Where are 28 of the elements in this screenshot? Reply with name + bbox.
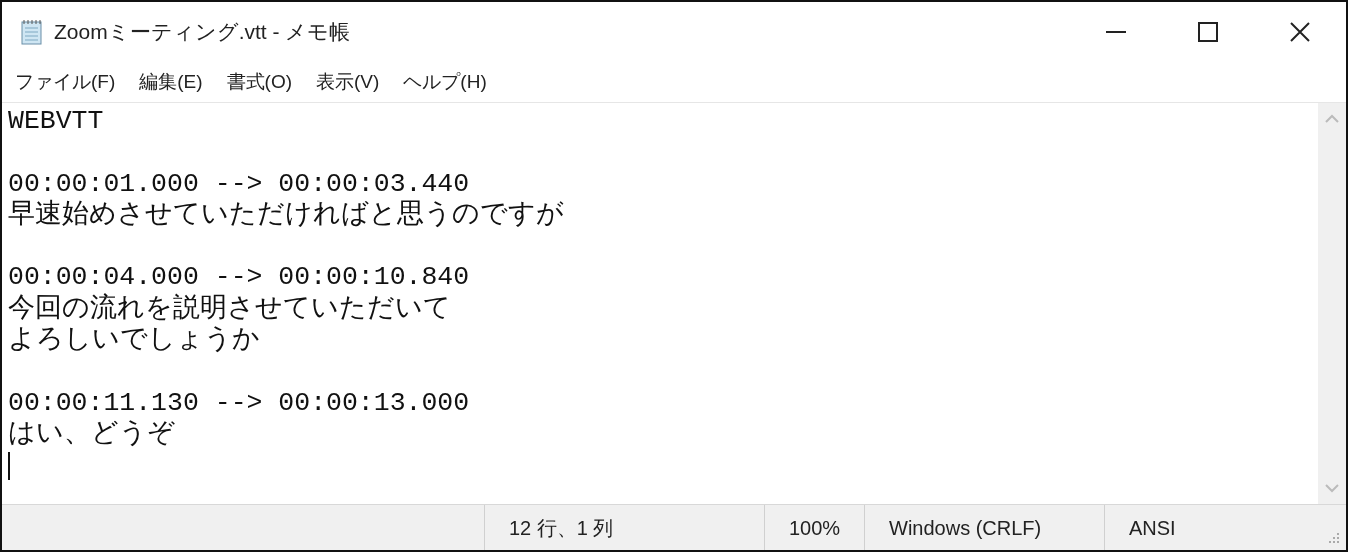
- timestamp-line: 00:00:11.130 --> 00:00:13.000: [8, 387, 470, 418]
- window-title: Zoomミーティング.vtt - メモ帳: [54, 19, 351, 46]
- zoom-level: 100%: [789, 515, 841, 541]
- subtitle-line: 早速始めさせていただければと思うのですが: [8, 199, 564, 230]
- cursor-position: 12 行、1 列: [509, 515, 614, 541]
- maximize-icon: [1197, 21, 1219, 43]
- minimize-icon: [1106, 31, 1126, 33]
- subtitle-line: はい、どうぞ: [8, 418, 175, 449]
- scroll-down-icon[interactable]: [1324, 484, 1340, 494]
- subtitle-line: 今回の流れを説明させていただいて: [8, 293, 451, 324]
- line-ending: Windows (CRLF): [889, 515, 1042, 541]
- menu-item[interactable]: 書式(O): [217, 67, 302, 97]
- resize-grip-icon[interactable]: [1326, 530, 1340, 544]
- menu-item[interactable]: ヘルプ(H): [394, 67, 496, 97]
- close-icon: [1289, 21, 1311, 43]
- timestamp-line: 00:00:01.000 --> 00:00:03.440: [8, 168, 470, 199]
- scroll-up-icon[interactable]: [1324, 113, 1340, 123]
- text-editor[interactable]: WEBVTT 00:00:01.000 --> 00:00:03.440 早速始めさせていただければと思うのですが 00:00:04.000 --> 00:00:10.840 今回の流れを説明させていただいて よろしいでしょうか 00:00:11.130 --> 00:00:13.000 はい、どうぞ: [2, 103, 1318, 504]
- notepad-icon: [20, 19, 44, 45]
- encoding: ANSI: [1129, 515, 1176, 541]
- menu-item[interactable]: 表示(V): [307, 67, 389, 97]
- menu-item[interactable]: 編集(E): [130, 67, 212, 97]
- vertical-scrollbar[interactable]: [1318, 103, 1346, 504]
- timestamp-line: 00:00:04.000 --> 00:00:10.840: [8, 262, 470, 293]
- subtitle-line: よろしいでしょうか: [8, 325, 260, 356]
- menu-item[interactable]: ファイル(F): [6, 67, 125, 97]
- text-cursor: [8, 452, 10, 481]
- file-header-line: WEBVTT: [8, 106, 104, 136]
